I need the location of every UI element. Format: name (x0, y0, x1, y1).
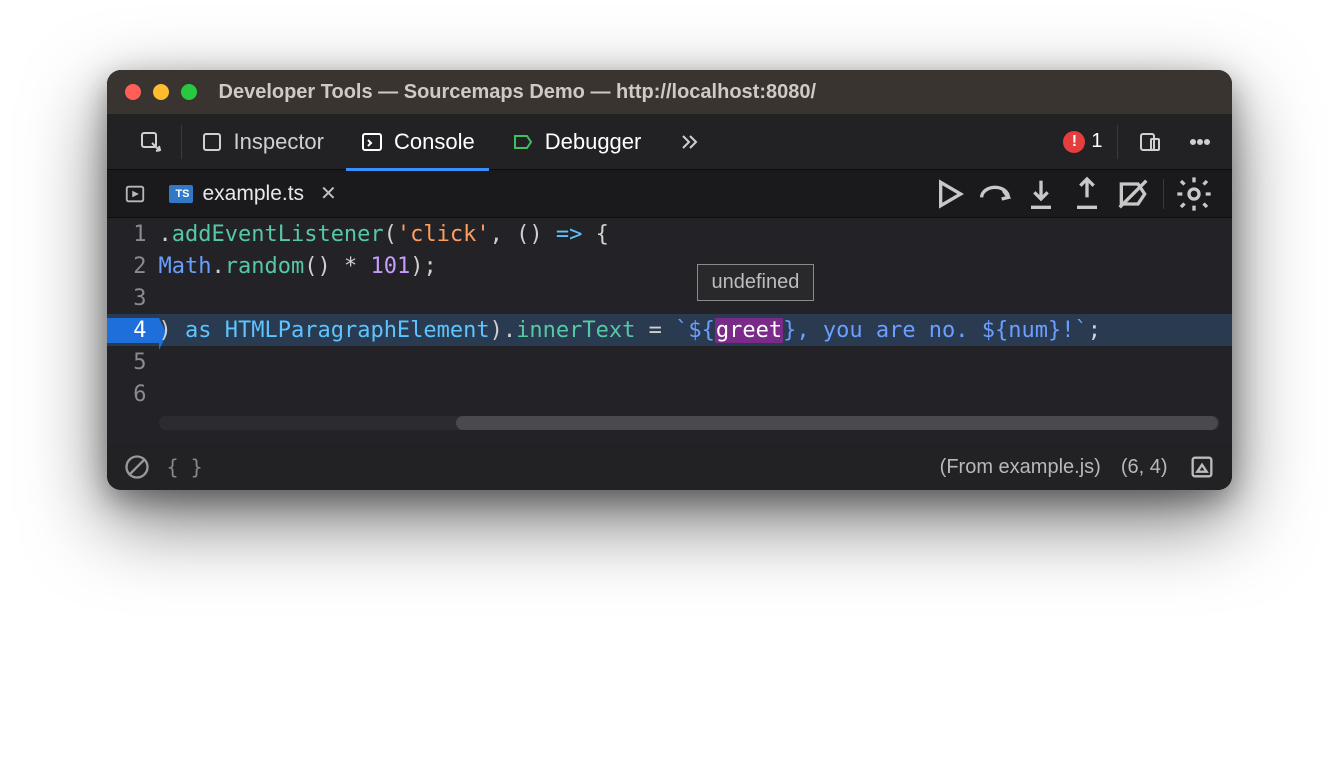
step-in-button[interactable] (1021, 174, 1061, 214)
devices-icon (1138, 130, 1162, 154)
element-picker-button[interactable] (121, 114, 181, 170)
source-origin-label: (From example.js) (940, 456, 1101, 479)
tab-inspector[interactable]: Inspector (182, 114, 343, 170)
source-tab-row: TS example.ts ✕ (107, 170, 1232, 218)
debugger-settings-button[interactable] (1174, 174, 1214, 214)
code-content[interactable]: Math.random() * 101); (159, 254, 1232, 279)
line-number[interactable]: 3 (107, 286, 159, 311)
traffic-lights (125, 84, 197, 100)
line-number[interactable]: 6 (107, 382, 159, 407)
devtools-window: Developer Tools — Sourcemaps Demo — http… (107, 70, 1232, 490)
tab-debugger-label: Debugger (545, 129, 642, 155)
tab-inspector-label: Inspector (234, 129, 325, 155)
error-count-badge[interactable]: ! 1 (1063, 130, 1102, 153)
minimize-window-button[interactable] (153, 84, 169, 100)
horizontal-scrollbar[interactable] (159, 416, 1220, 430)
deactivate-breakpoints-button[interactable] (1113, 174, 1153, 214)
braces-icon[interactable]: { } (167, 455, 203, 479)
resume-button[interactable] (929, 174, 969, 214)
scrollbar-thumb[interactable] (456, 416, 1218, 430)
error-count: 1 (1091, 130, 1102, 153)
inspector-icon (200, 130, 224, 154)
code-line[interactable]: 2Math.random() * 101); (107, 250, 1232, 282)
typescript-badge-icon: TS (169, 185, 193, 203)
debugger-icon (511, 130, 535, 154)
zoom-window-button[interactable] (181, 84, 197, 100)
more-horizontal-icon (1188, 130, 1212, 154)
code-line[interactable]: 4) as HTMLParagraphElement).innerText = … (107, 314, 1232, 346)
code-content[interactable]: ) as HTMLParagraphElement).innerText = `… (159, 318, 1232, 343)
source-editor[interactable]: undefined 1.addEventListener('click', ()… (107, 218, 1232, 444)
line-number[interactable]: 2 (107, 254, 159, 279)
picker-icon (139, 130, 163, 154)
code-content[interactable]: .addEventListener('click', () => { (159, 222, 1232, 247)
devtools-toolbar: Inspector Console Debugger ! 1 (107, 114, 1232, 170)
code-line[interactable]: 6 (107, 378, 1232, 410)
cursor-position: (6, 4) (1121, 456, 1168, 479)
kebab-menu-button[interactable] (1182, 114, 1218, 170)
tab-console[interactable]: Console (342, 114, 493, 170)
tab-debugger[interactable]: Debugger (493, 114, 660, 170)
step-over-button[interactable] (975, 174, 1015, 214)
code-line[interactable]: 1.addEventListener('click', () => { (107, 218, 1232, 250)
line-number[interactable]: 4 (107, 318, 159, 343)
debugger-controls (929, 174, 1222, 214)
pretty-print-toggle[interactable] (123, 453, 151, 481)
sourcemap-toggle[interactable] (1188, 453, 1216, 481)
close-tab-button[interactable]: ✕ (320, 181, 337, 206)
line-number[interactable]: 1 (107, 222, 159, 247)
file-tab-name: example.ts (203, 182, 305, 206)
step-out-button[interactable] (1067, 174, 1107, 214)
sources-panel-toggle[interactable] (117, 176, 153, 212)
control-separator (1163, 179, 1164, 209)
close-window-button[interactable] (125, 84, 141, 100)
editor-statusbar: { } (From example.js) (6, 4) (107, 444, 1232, 490)
file-tab-example-ts[interactable]: TS example.ts ✕ (153, 170, 353, 218)
responsive-design-button[interactable] (1132, 114, 1168, 170)
window-title: Developer Tools — Sourcemaps Demo — http… (219, 81, 817, 104)
code-line[interactable]: 5 (107, 346, 1232, 378)
console-icon (360, 130, 384, 154)
chevron-double-right-icon (677, 130, 701, 154)
toolbar-separator (1117, 125, 1118, 159)
more-tabs-button[interactable] (659, 114, 719, 170)
line-number[interactable]: 5 (107, 350, 159, 375)
window-titlebar: Developer Tools — Sourcemaps Demo — http… (107, 70, 1232, 114)
code-line[interactable]: 3 (107, 282, 1232, 314)
tab-console-label: Console (394, 129, 475, 155)
error-icon: ! (1063, 131, 1085, 153)
